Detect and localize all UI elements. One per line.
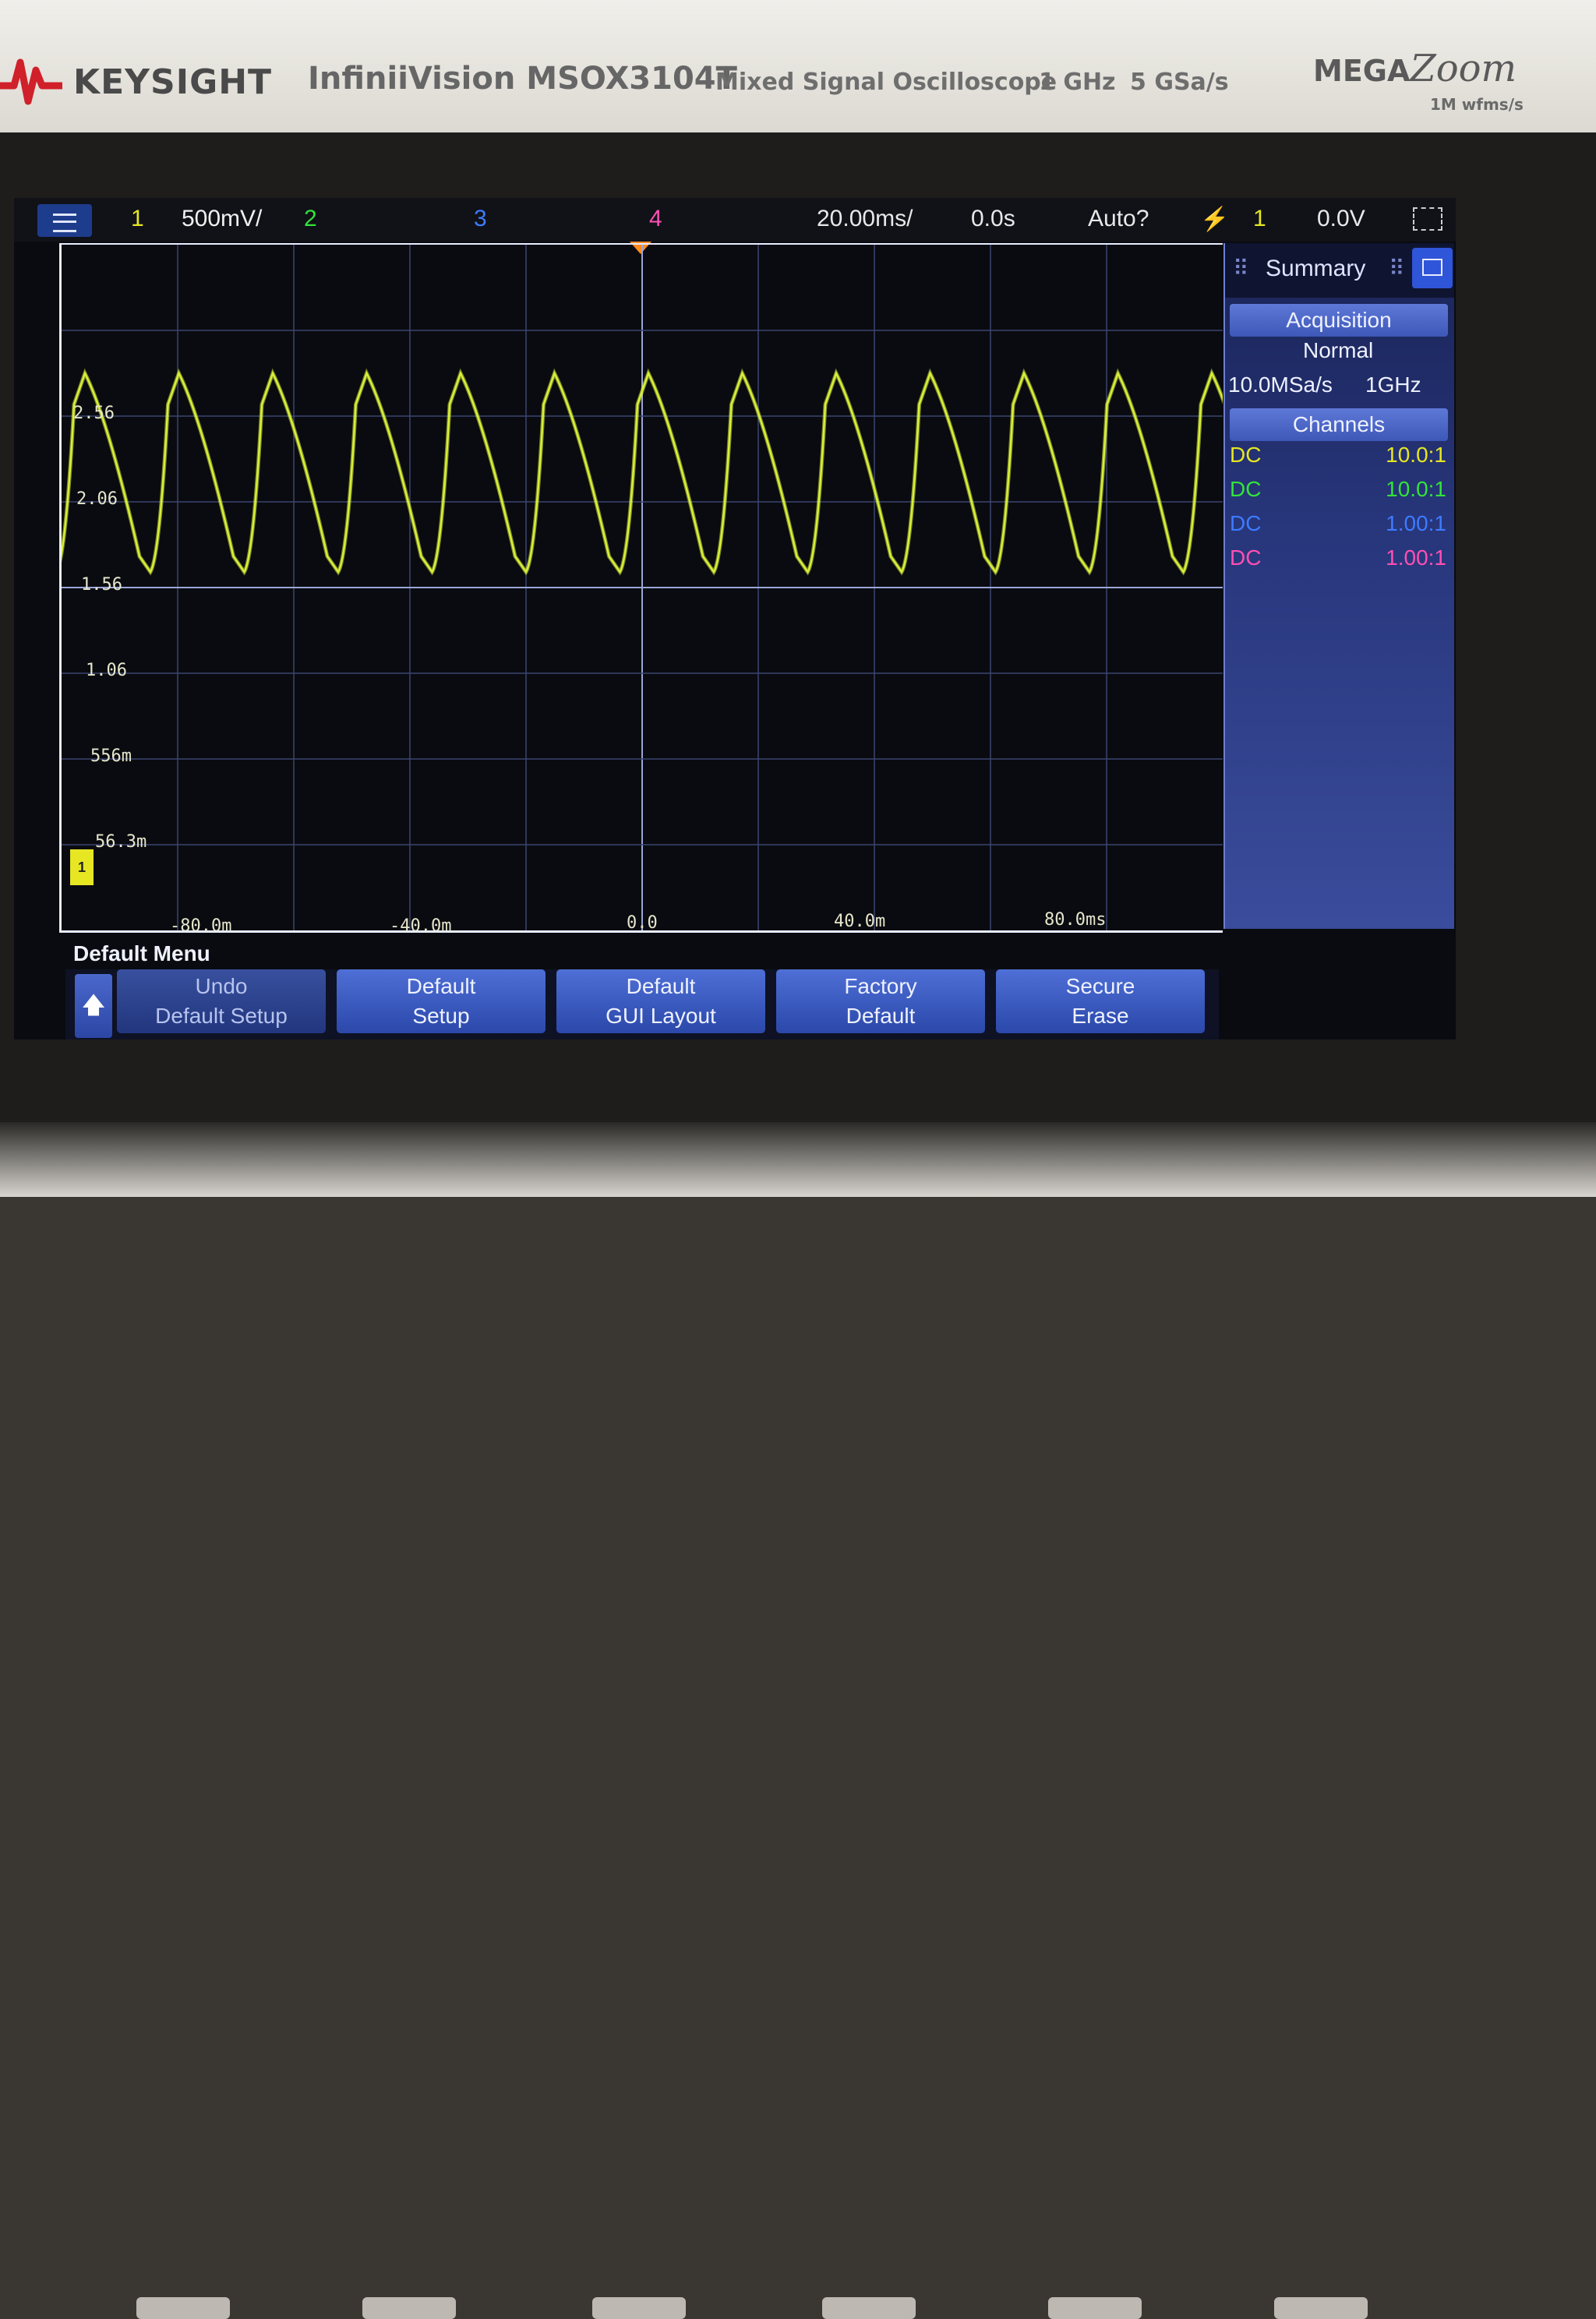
hardware-softkey-2[interactable] xyxy=(362,2297,456,2319)
ch1-vertical-scale[interactable]: 500mV/ xyxy=(182,206,262,232)
acquisition-header[interactable]: Acquisition xyxy=(1230,304,1448,337)
summary-sidebar: ⠿ Summary ⠿ Acquisition Normal 10.0MSa/s… xyxy=(1223,243,1454,929)
menu-up-arrow-icon[interactable]: 🡅 xyxy=(75,974,112,1038)
model-description: Mixed Signal Oscilloscope xyxy=(715,69,1058,96)
ch4-probe-ratio: 1.00:1 xyxy=(1386,545,1446,570)
zoom-box-icon[interactable] xyxy=(1413,207,1442,231)
x-label-3: 0.0 xyxy=(627,913,658,933)
ch1-probe-ratio: 10.0:1 xyxy=(1386,443,1446,467)
default-setup-button[interactable]: Default Setup xyxy=(337,969,546,1033)
drag-handle-icon-right[interactable]: ⠿ xyxy=(1389,256,1405,281)
softkey-menu-title: Default Menu xyxy=(73,941,210,965)
softkey-label-line1: Default xyxy=(626,974,696,998)
softkey-label-line2: Setup xyxy=(412,1004,470,1028)
channel-row-4[interactable]: DC 1.00:1 xyxy=(1230,545,1446,577)
brand-logo: KEYSIGHT xyxy=(0,47,272,117)
ch1-indicator[interactable]: 1 xyxy=(131,206,144,232)
y-label-4: 1.06 xyxy=(86,661,127,680)
softkey-label-line1: Secure xyxy=(1065,974,1135,998)
undo-default-setup-button[interactable]: Undo Default Setup xyxy=(117,969,326,1033)
lower-panel xyxy=(0,1122,1596,2319)
trigger-mode-status[interactable]: Auto? xyxy=(1088,206,1149,232)
sidebar-header: ⠿ Summary ⠿ xyxy=(1225,243,1454,298)
ch2-coupling: DC xyxy=(1230,477,1262,501)
softkey-label-line2: Default Setup xyxy=(155,1004,288,1028)
softkey-label-line1: Undo xyxy=(195,974,248,998)
y-label-1: 2.56 xyxy=(73,404,115,423)
megazoom-sub: 1M wfms/s xyxy=(1430,95,1524,114)
softkey-label-line1: Factory xyxy=(844,974,917,998)
hardware-softkey-6[interactable] xyxy=(1274,2297,1368,2319)
status-bar: 1 500mV/ 2 3 4 20.00ms/ 0.0s Auto? ⚡ 1 0… xyxy=(14,198,1456,242)
brand-name: KEYSIGHT xyxy=(73,62,273,102)
horizontal-delay[interactable]: 0.0s xyxy=(971,206,1015,232)
acquisition-bandwidth: 1GHz xyxy=(1365,372,1421,397)
secure-erase-button[interactable]: Secure Erase xyxy=(996,969,1205,1033)
keysight-wave-icon xyxy=(0,58,62,105)
instrument-front-panel: KEYSIGHT InfiniiVision MSOX3104T Mixed S… xyxy=(0,0,1596,134)
trigger-level[interactable]: 0.0V xyxy=(1317,206,1365,232)
softkey-label-line2: Default xyxy=(846,1004,916,1028)
x-label-4: 40.0m xyxy=(834,912,886,931)
megazoom-word2: Zoom xyxy=(1410,47,1517,90)
y-label-5: 556m xyxy=(90,747,132,766)
rising-edge-icon[interactable]: ⚡ xyxy=(1200,206,1229,233)
hardware-softkey-3[interactable] xyxy=(592,2297,686,2319)
ch2-probe-ratio: 10.0:1 xyxy=(1386,477,1446,501)
x-label-5: 80.0ms xyxy=(1044,910,1107,930)
factory-default-button[interactable]: Factory Default xyxy=(776,969,985,1033)
y-label-3: 1.56 xyxy=(81,575,122,595)
sidebar-title[interactable]: Summary xyxy=(1266,256,1365,282)
hardware-softkey-4[interactable] xyxy=(822,2297,916,2319)
hardware-softkey-1[interactable] xyxy=(136,2297,230,2319)
megazoom-badge: MEGAZoom 1M wfms/s xyxy=(1313,47,1524,114)
model-name: InfiniiVision MSOX3104T xyxy=(308,61,737,97)
sample-rate-label: 5 GSa/s xyxy=(1130,69,1229,96)
channel-row-2[interactable]: DC 10.0:1 xyxy=(1230,477,1446,508)
x-label-2: -40.0m xyxy=(390,916,452,936)
hardware-softkey-5[interactable] xyxy=(1048,2297,1142,2319)
ch3-indicator[interactable]: 3 xyxy=(474,206,487,232)
softkey-label-line2: Erase xyxy=(1072,1004,1129,1028)
ch4-coupling: DC xyxy=(1230,545,1262,570)
drag-handle-icon[interactable]: ⠿ xyxy=(1233,256,1249,281)
channel-row-1[interactable]: DC 10.0:1 xyxy=(1230,443,1446,474)
y-label-2: 2.06 xyxy=(76,489,118,509)
bandwidth-label: 1 GHz xyxy=(1039,69,1116,96)
ch2-indicator[interactable]: 2 xyxy=(304,206,317,232)
acquisition-mode: Normal xyxy=(1303,338,1374,362)
y-label-6: 56.3m xyxy=(95,832,147,852)
megazoom-word1: MEGA xyxy=(1313,54,1411,88)
acquisition-rate: 10.0MSa/s xyxy=(1228,372,1333,397)
softkey-label-line1: Default xyxy=(406,974,476,998)
default-gui-layout-button[interactable]: Default GUI Layout xyxy=(556,969,765,1033)
waveform-area[interactable] xyxy=(59,243,1223,933)
channel-row-3[interactable]: DC 1.00:1 xyxy=(1230,511,1446,542)
x-label-1: -80.0m xyxy=(170,916,232,936)
softkey-label-line2: GUI Layout xyxy=(606,1004,716,1028)
ch1-ground-marker[interactable]: 1 xyxy=(70,849,94,885)
ch4-indicator[interactable]: 4 xyxy=(649,206,662,232)
sidebar-menu-icon[interactable] xyxy=(1412,248,1453,288)
ch3-coupling: DC xyxy=(1230,511,1262,535)
ch1-coupling: DC xyxy=(1230,443,1262,467)
oscilloscope-screen: 1 500mV/ 2 3 4 20.00ms/ 0.0s Auto? ⚡ 1 0… xyxy=(14,198,1456,1039)
channels-header[interactable]: Channels xyxy=(1230,408,1448,441)
ch3-probe-ratio: 1.00:1 xyxy=(1386,511,1446,535)
trigger-source[interactable]: 1 xyxy=(1253,206,1266,232)
main-menu-icon[interactable] xyxy=(37,204,92,237)
waveform-graticule xyxy=(62,245,1223,930)
horizontal-time-scale[interactable]: 20.00ms/ xyxy=(817,206,913,232)
